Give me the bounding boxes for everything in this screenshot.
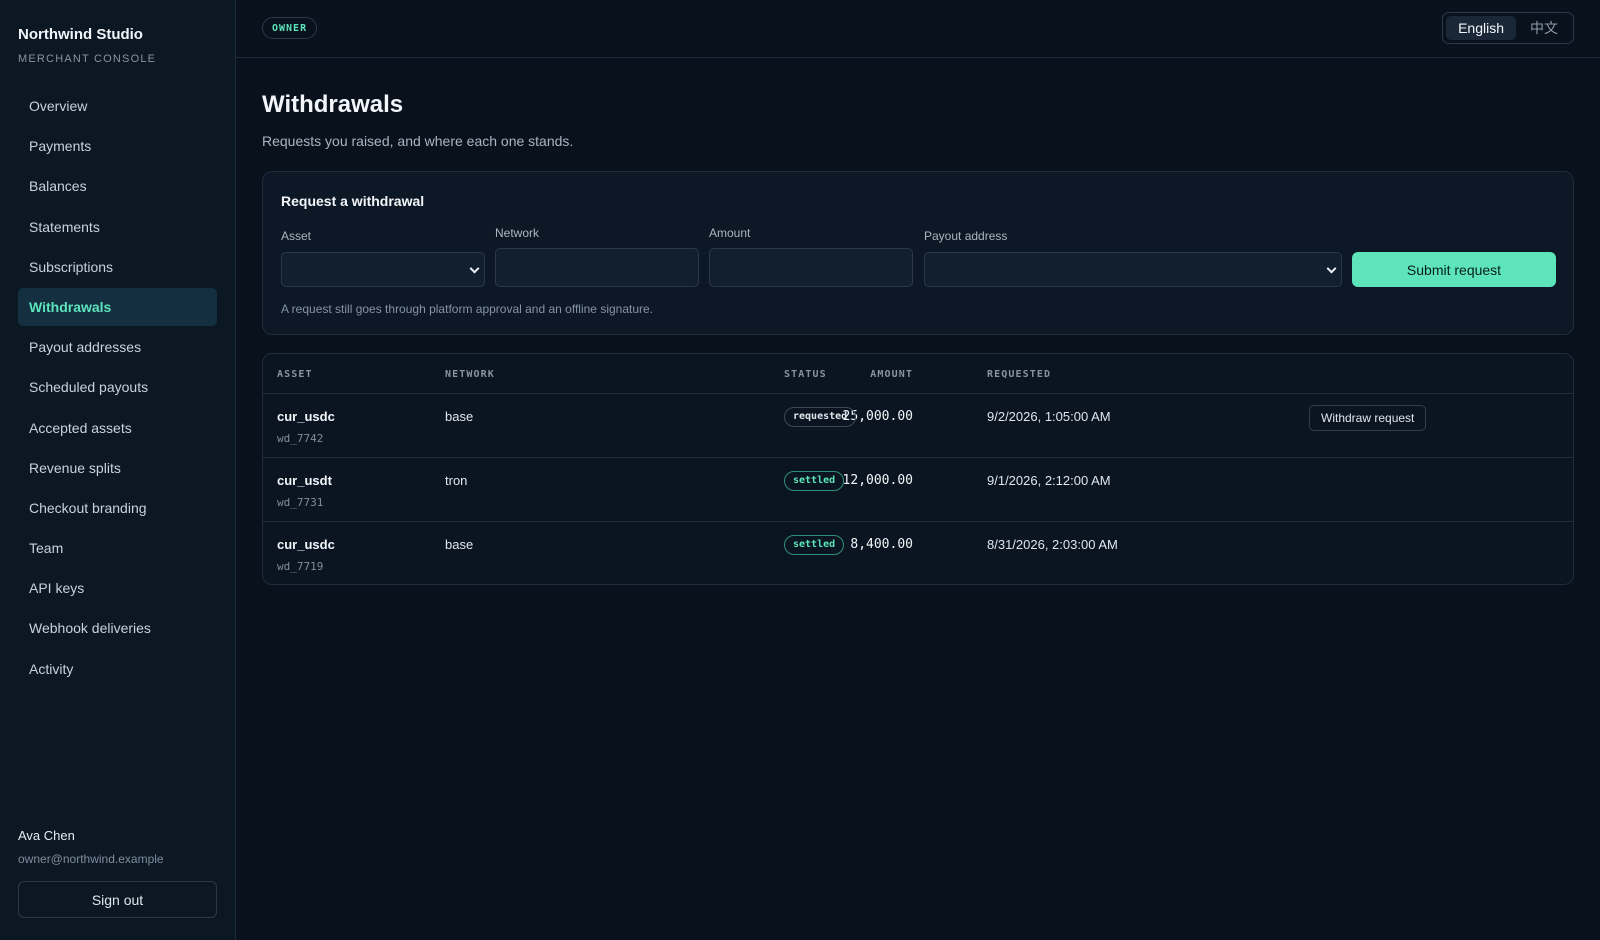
network-label: Network	[495, 226, 540, 240]
status-badge: requested	[784, 406, 857, 427]
sidebar-item-overview[interactable]: Overview	[18, 87, 217, 125]
sidebar-item-payout-addresses[interactable]: Payout addresses	[18, 328, 217, 366]
sign-out-button[interactable]: Sign out	[18, 881, 217, 918]
column-header-status: STATUS	[784, 369, 827, 380]
table-row: cur_usdc wd_7742 base 25,000.00 requeste…	[263, 394, 1573, 458]
role-badge: OWNER	[262, 17, 318, 39]
asset-label: Asset	[281, 229, 312, 243]
sidebar-item-checkout-branding[interactable]: Checkout branding	[18, 489, 217, 527]
sidebar-item-activity[interactable]: Activity	[18, 650, 217, 688]
network-value: tron	[445, 473, 468, 488]
user-email: owner@northwind.example	[18, 852, 164, 866]
form-note: A request still goes through platform ap…	[281, 302, 654, 316]
network-value: base	[445, 537, 474, 552]
asset-code: cur_usdc	[277, 409, 335, 424]
page-title: Withdrawals	[262, 91, 404, 118]
requested-at: 9/2/2026, 1:05:00 AM	[987, 409, 1111, 424]
network-value: base	[445, 409, 474, 424]
status-badge: settled	[784, 470, 845, 491]
status-badge: settled	[784, 534, 845, 555]
column-header-requested: REQUESTED	[987, 369, 1052, 380]
asset-code: cur_usdt	[277, 473, 332, 488]
requested-at: 8/31/2026, 2:03:00 AM	[987, 537, 1118, 552]
sidebar-item-team[interactable]: Team	[18, 529, 217, 567]
brand: Northwind Studio MERCHANT CONSOLE	[18, 26, 156, 65]
withdrawal-id: wd_7719	[277, 560, 324, 573]
sidebar-nav: Overview Payments Balances Statements Su…	[18, 87, 217, 690]
sidebar-item-subscriptions[interactable]: Subscriptions	[18, 248, 217, 286]
requested-at: 9/1/2026, 2:12:00 AM	[987, 473, 1111, 488]
table-row: cur_usdc wd_7719 base 8,400.00 settled 8…	[263, 522, 1573, 584]
sidebar-item-balances[interactable]: Balances	[18, 167, 217, 205]
brand-subtitle: MERCHANT CONSOLE	[18, 53, 157, 65]
withdrawal-id: wd_7742	[277, 432, 324, 445]
sidebar-item-webhook-deliveries[interactable]: Webhook deliveries	[18, 609, 217, 647]
amount-input[interactable]	[709, 248, 913, 287]
sidebar-item-withdrawals[interactable]: Withdrawals	[18, 287, 217, 326]
user-info: Ava Chen owner@northwind.example	[18, 828, 217, 866]
amount-label: Amount	[709, 226, 751, 240]
chevron-down-icon	[469, 263, 480, 274]
sidebar-item-statements[interactable]: Statements	[18, 208, 217, 246]
sidebar: Northwind Studio MERCHANT CONSOLE Overvi…	[0, 0, 236, 940]
column-header-network: NETWORK	[445, 369, 495, 380]
sidebar-item-payments[interactable]: Payments	[18, 127, 217, 165]
form-title: Request a withdrawal	[281, 193, 425, 209]
sidebar-item-accepted-assets[interactable]: Accepted assets	[18, 409, 217, 447]
payout-address-label: Payout address	[924, 229, 1008, 243]
network-input[interactable]	[495, 248, 699, 287]
user-name: Ava Chen	[18, 828, 75, 843]
top-bar: OWNER English 中文	[236, 0, 1600, 58]
sidebar-item-scheduled-payouts[interactable]: Scheduled payouts	[18, 368, 217, 406]
table-row: cur_usdt wd_7731 tron 12,000.00 settled …	[263, 458, 1573, 522]
language-option-chinese[interactable]: 中文	[1518, 16, 1570, 40]
column-header-asset: ASSET	[277, 369, 313, 380]
language-switcher: English 中文	[1442, 12, 1574, 44]
page-subtitle: Requests you raised, and where each one …	[262, 133, 574, 149]
chevron-down-icon	[1326, 263, 1337, 274]
withdraw-request-button[interactable]: Withdraw request	[1309, 405, 1427, 431]
asset-select[interactable]	[281, 252, 485, 287]
withdrawal-id: wd_7731	[277, 496, 324, 509]
withdrawals-table: ASSET NETWORK AMOUNT STATUS REQUESTED cu…	[262, 353, 1574, 585]
sidebar-item-api-keys[interactable]: API keys	[18, 569, 217, 607]
table-header: ASSET NETWORK AMOUNT STATUS REQUESTED	[263, 354, 1573, 394]
language-option-english[interactable]: English	[1446, 16, 1516, 40]
withdrawal-request-form: Request a withdrawal Asset Network Amoun…	[262, 171, 1574, 335]
sidebar-item-revenue-splits[interactable]: Revenue splits	[18, 449, 217, 487]
brand-name: Northwind Studio	[18, 26, 143, 43]
asset-code: cur_usdc	[277, 537, 335, 552]
submit-request-button[interactable]: Submit request	[1352, 252, 1556, 287]
payout-address-select[interactable]	[924, 252, 1342, 287]
